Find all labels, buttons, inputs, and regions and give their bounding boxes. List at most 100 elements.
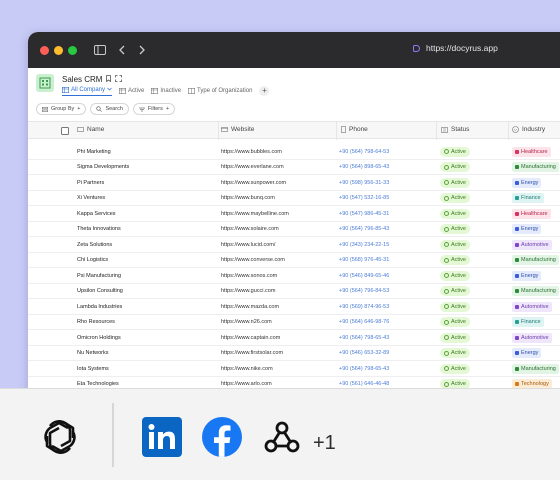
company-website-link[interactable]: https://www.converse.com bbox=[221, 257, 285, 263]
table-row[interactable]: Zeta Solutions https://www.lucid.com/ +90 … bbox=[28, 237, 560, 253]
industry-label: Energy bbox=[521, 272, 539, 279]
tab-label: All Company bbox=[71, 86, 106, 93]
company-website-link[interactable]: https://www.mazda.com bbox=[221, 304, 279, 310]
sidebar-toggle-icon[interactable] bbox=[94, 45, 106, 55]
table-row[interactable]: Theta Innovations https://www.solaire.com… bbox=[28, 222, 560, 237]
company-phone-link[interactable]: +90 (564) 798-64-53 bbox=[339, 149, 389, 155]
industry-label: Energy bbox=[521, 350, 539, 356]
company-website-link[interactable]: https://www.n26.com bbox=[221, 319, 272, 325]
add-view-button[interactable]: + bbox=[259, 86, 270, 96]
bookmark-icon[interactable] bbox=[106, 75, 112, 84]
table-row[interactable]: Rho Resources https://www.n26.com +90 (564… bbox=[28, 315, 560, 330]
column-header-status[interactable]: Status bbox=[441, 126, 469, 133]
back-arrow-icon[interactable] bbox=[118, 45, 126, 55]
maximize-window-button[interactable] bbox=[68, 45, 77, 55]
company-phone-link[interactable]: +90 (564) 898-65-43 bbox=[339, 164, 389, 170]
company-website-link[interactable]: https://www.firstsolar.com bbox=[221, 350, 283, 356]
vertical-divider bbox=[112, 403, 114, 467]
table-row[interactable]: Omicron Holdings https://www.captain.com +… bbox=[28, 330, 560, 346]
industry-color-swatch bbox=[515, 227, 519, 231]
tab-active[interactable]: Active bbox=[119, 88, 144, 94]
table-row[interactable]: Sigma Developments https://www.everlane.c… bbox=[28, 160, 560, 175]
company-website-link[interactable]: https://www.captain.com bbox=[221, 335, 280, 341]
industry-badge: Energy bbox=[512, 270, 542, 281]
company-website-link[interactable]: https://www.maybelline.com bbox=[221, 211, 289, 217]
company-name: Zeta Solutions bbox=[77, 241, 113, 248]
tab-all-company[interactable]: All Company bbox=[62, 86, 113, 96]
table-row[interactable]: Kappa Services https://www.maybelline.com… bbox=[28, 206, 560, 222]
address-bar[interactable]: https://docyrus.app bbox=[413, 43, 498, 53]
status-check-icon bbox=[444, 319, 449, 325]
forward-arrow-icon[interactable] bbox=[138, 45, 146, 55]
industry-label: Finance bbox=[521, 195, 541, 201]
company-website-link[interactable]: https://www.everlane.com bbox=[221, 164, 284, 170]
search-icon bbox=[96, 106, 103, 112]
column-header-website[interactable]: Website bbox=[221, 126, 254, 133]
table-row[interactable]: Chi Logistics https://www.converse.com +90… bbox=[28, 253, 560, 268]
industry-label: Automotive bbox=[521, 241, 549, 248]
company-phone-link[interactable]: +90 (564) 796-85-43 bbox=[339, 226, 389, 232]
industry-badge: Healthcare bbox=[512, 208, 551, 219]
company-name: Eta Technologies bbox=[77, 381, 119, 387]
company-website-link[interactable]: https://www.lucid.com/ bbox=[221, 242, 275, 248]
table-row[interactable]: Nu Networks https://www.firstsolar.com +90… bbox=[28, 346, 560, 361]
company-phone-link[interactable]: +90 (568) 976-45-31 bbox=[339, 257, 389, 263]
select-all-checkbox[interactable] bbox=[61, 127, 69, 135]
industry-color-swatch bbox=[515, 211, 519, 216]
company-phone-link[interactable]: +90 (564) 646-98-76 bbox=[339, 319, 389, 325]
table-row[interactable]: Lambda Industries https://www.mazda.com +9… bbox=[28, 299, 560, 315]
company-website-link[interactable]: https://www.solaire.com bbox=[221, 226, 279, 232]
grid-icon bbox=[119, 88, 127, 94]
table-row[interactable]: Upsilon Consulting https://www.gucci.com +… bbox=[28, 284, 560, 299]
industry-color-swatch bbox=[515, 366, 519, 371]
company-website-link[interactable]: https://www.sonos.com bbox=[221, 273, 277, 279]
column-header-name[interactable]: Name bbox=[77, 126, 104, 133]
table-row[interactable]: Iota Systems https://www.nike.com +90 (564… bbox=[28, 361, 560, 377]
minimize-window-button[interactable] bbox=[54, 45, 63, 55]
company-name: Chi Logistics bbox=[77, 257, 109, 263]
company-website-link[interactable]: https://www.nike.com bbox=[221, 366, 273, 372]
table-row[interactable]: Psi Manufacturing https://www.sonos.com +9… bbox=[28, 268, 560, 284]
industry-label: Automotive bbox=[521, 334, 549, 341]
status-label: Active bbox=[451, 210, 466, 217]
grid-icon bbox=[151, 88, 159, 94]
column-header-label: Status bbox=[451, 126, 470, 133]
company-phone-link[interactable]: +90 (546) 653-32-89 bbox=[339, 350, 389, 356]
company-website-link[interactable]: https://www.bubbles.com bbox=[221, 149, 282, 155]
industry-badge: Energy bbox=[512, 348, 542, 358]
company-phone-link[interactable]: +90 (564) 796-84-53 bbox=[339, 288, 389, 294]
search-button[interactable]: Search bbox=[90, 103, 129, 115]
table-row[interactable]: Pi Partners https://www.sunpower.com +90 (… bbox=[28, 175, 560, 191]
industry-label: Technology bbox=[521, 381, 549, 387]
close-window-button[interactable] bbox=[40, 45, 49, 55]
company-website-link[interactable]: https://www.gucci.com bbox=[221, 288, 275, 294]
company-website-link[interactable]: https://www.sunpower.com bbox=[221, 180, 286, 186]
company-phone-link[interactable]: +90 (546) 849-65-46 bbox=[339, 273, 389, 279]
column-divider bbox=[436, 122, 437, 140]
tab-type-of-organization[interactable]: Type of Organization bbox=[188, 88, 252, 94]
filters-button[interactable]: Filters + bbox=[132, 103, 176, 115]
company-phone-link[interactable]: +90 (564) 798-65-43 bbox=[339, 335, 389, 341]
industry-label: Manufacturing bbox=[521, 257, 556, 263]
tab-label: Inactive bbox=[160, 88, 182, 94]
company-phone-link[interactable]: +90 (343) 234-22-15 bbox=[339, 242, 389, 248]
group-by-button[interactable]: Group By + bbox=[36, 103, 87, 115]
tab-inactive[interactable]: Inactive bbox=[151, 88, 181, 94]
industry-badge: Finance bbox=[512, 317, 544, 327]
company-website-link[interactable]: https://www.arlo.com bbox=[221, 381, 272, 387]
company-website-link[interactable]: https://www.bunq.com bbox=[221, 195, 275, 201]
company-phone-link[interactable]: +90 (547) 986-45-31 bbox=[339, 211, 389, 217]
group-by-label: Group By bbox=[51, 106, 75, 112]
company-phone-link[interactable]: +90 (569) 874-96-53 bbox=[339, 304, 389, 310]
company-name: Omicron Holdings bbox=[77, 334, 121, 341]
company-phone-link[interactable]: +90 (564) 798-65-43 bbox=[339, 366, 389, 372]
table-header: Name Website Phone Status Industry bbox=[28, 121, 560, 140]
table-row[interactable]: Xi Ventures https://www.bunq.com +90 (547)… bbox=[28, 191, 560, 206]
company-phone-link[interactable]: +90 (598) 956-31-33 bbox=[339, 180, 389, 186]
expand-icon[interactable] bbox=[115, 75, 123, 84]
column-header-industry[interactable]: Industry bbox=[512, 126, 545, 133]
table-row[interactable]: Phi Marketing https://www.bubbles.com +90 … bbox=[28, 144, 560, 160]
column-header-phone[interactable]: Phone bbox=[341, 126, 368, 133]
company-phone-link[interactable]: +90 (547) 532-16-85 bbox=[339, 195, 389, 201]
company-phone-link[interactable]: +90 (561) 646-46-48 bbox=[339, 381, 389, 387]
